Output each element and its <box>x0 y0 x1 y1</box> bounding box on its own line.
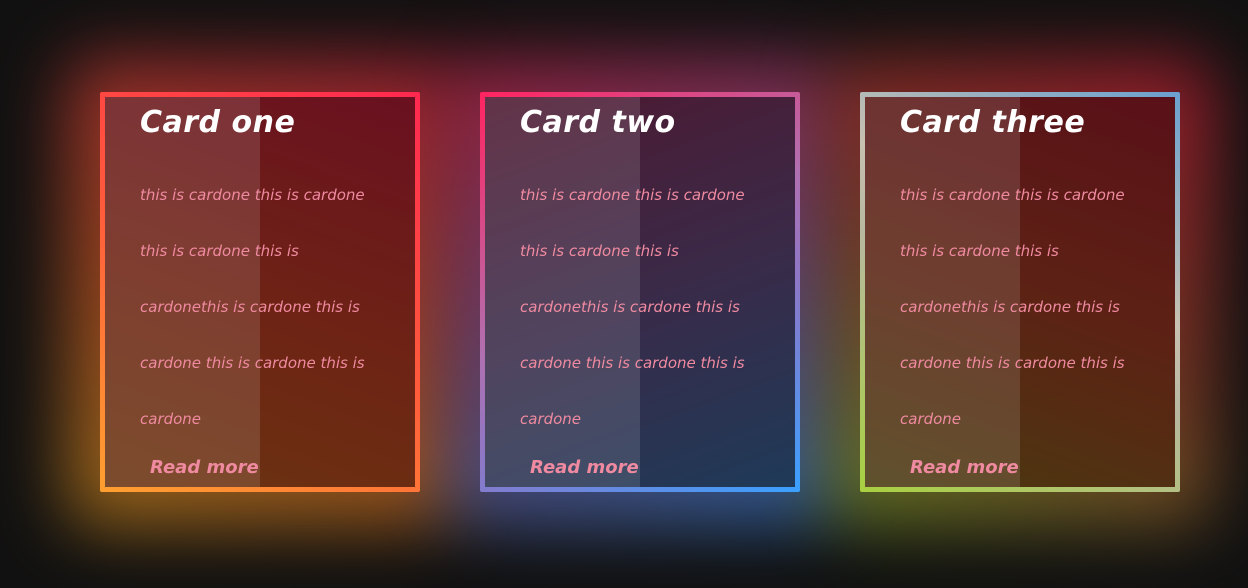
card-gallery: Card one this is cardone this is cardone… <box>0 0 1248 588</box>
read-more-link[interactable]: Read more <box>150 457 259 478</box>
card-three: Card three this is cardone this is cardo… <box>825 57 1215 527</box>
card-body-text: this is cardone this is cardone this is … <box>140 186 365 428</box>
card-body-text: this is cardone this is cardone this is … <box>520 186 745 428</box>
card-body-text: this is cardone this is cardone this is … <box>900 186 1125 428</box>
card-panel: Card three this is cardone this is cardo… <box>865 97 1175 487</box>
read-more-link[interactable]: Read more <box>530 457 639 478</box>
card-one: Card one this is cardone this is cardone… <box>65 57 455 527</box>
card-panel: Card two this is cardone this is cardone… <box>485 97 795 487</box>
card-two: Card two this is cardone this is cardone… <box>445 57 835 527</box>
read-more-link[interactable]: Read more <box>910 457 1019 478</box>
card-title: Card one <box>140 105 296 140</box>
card-panel: Card one this is cardone this is cardone… <box>105 97 415 487</box>
card-title: Card two <box>520 105 676 140</box>
card-title: Card three <box>900 105 1086 140</box>
